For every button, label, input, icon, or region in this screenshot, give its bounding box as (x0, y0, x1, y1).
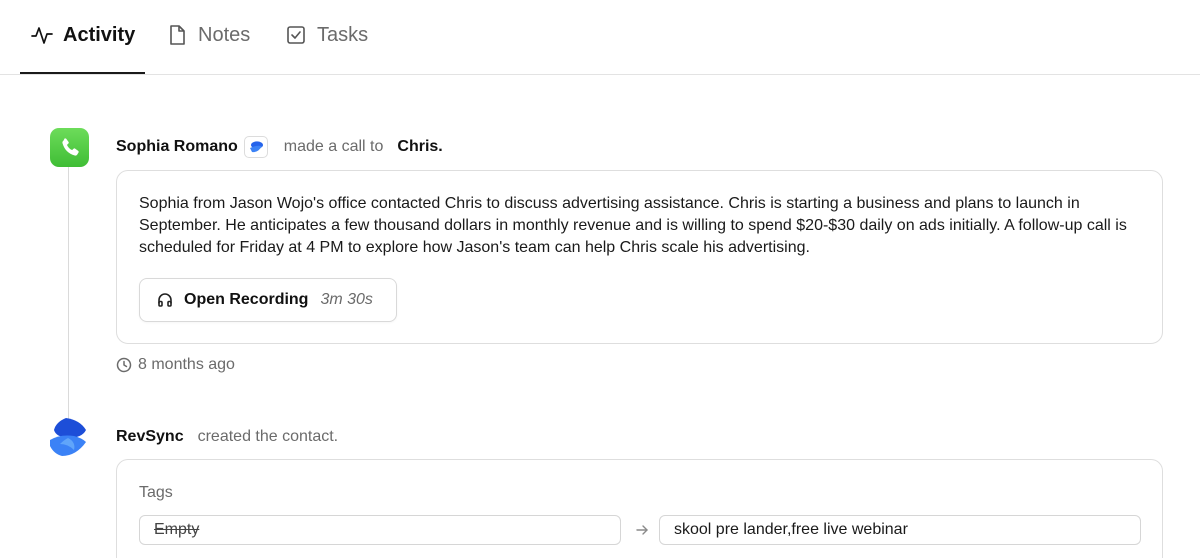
call-summary: Sophia from Jason Wojo's office contacte… (139, 195, 1127, 256)
event-timestamp: 8 months ago (116, 356, 235, 374)
file-icon (166, 24, 188, 46)
field-label: Tags (139, 484, 173, 501)
activity-icon (31, 24, 53, 46)
event-header: RevSync created the contact. (116, 426, 338, 448)
recording-duration: 3m 30s (320, 291, 373, 308)
activity-page: Activity Notes Tasks Sophia Romano made … (0, 0, 1200, 558)
active-tab-indicator (20, 72, 145, 74)
event-action: created the contact. (197, 428, 339, 445)
checkbox-icon (285, 24, 307, 46)
recording-label: Open Recording (184, 291, 309, 308)
timeline-line (68, 165, 69, 420)
timestamp-text: 8 months ago (138, 356, 235, 373)
tab-activity[interactable]: Activity (31, 20, 135, 50)
tab-tasks[interactable]: Tasks (285, 20, 368, 50)
phone-icon (50, 128, 89, 167)
arrow-right-icon (634, 522, 650, 538)
actor-name[interactable]: Sophia Romano (116, 138, 238, 156)
clock-icon (116, 357, 132, 373)
actor-name[interactable]: RevSync (116, 428, 184, 446)
contact-created-card: Tags Empty skool pre lander,free live we… (116, 459, 1163, 558)
tab-label: Notes (198, 23, 251, 46)
event-header: Sophia Romano made a call to Chris. (116, 136, 443, 158)
tab-label: Tasks (317, 23, 369, 46)
open-recording-button[interactable]: Open Recording 3m 30s (139, 278, 397, 322)
event-action: made a call to (283, 138, 384, 155)
tab-label: Activity (63, 23, 136, 46)
contact-link[interactable]: Chris. (397, 138, 442, 156)
tab-bar: Activity Notes Tasks (0, 0, 1200, 75)
headphones-icon (156, 291, 174, 309)
revsync-logo-icon (46, 416, 92, 460)
tab-notes[interactable]: Notes (166, 20, 250, 50)
call-summary-card: Sophia from Jason Wojo's office contacte… (116, 170, 1163, 344)
new-value-field: skool pre lander,free live webinar (659, 515, 1141, 545)
revsync-logo-icon (243, 136, 268, 158)
old-value-field: Empty (139, 515, 621, 545)
